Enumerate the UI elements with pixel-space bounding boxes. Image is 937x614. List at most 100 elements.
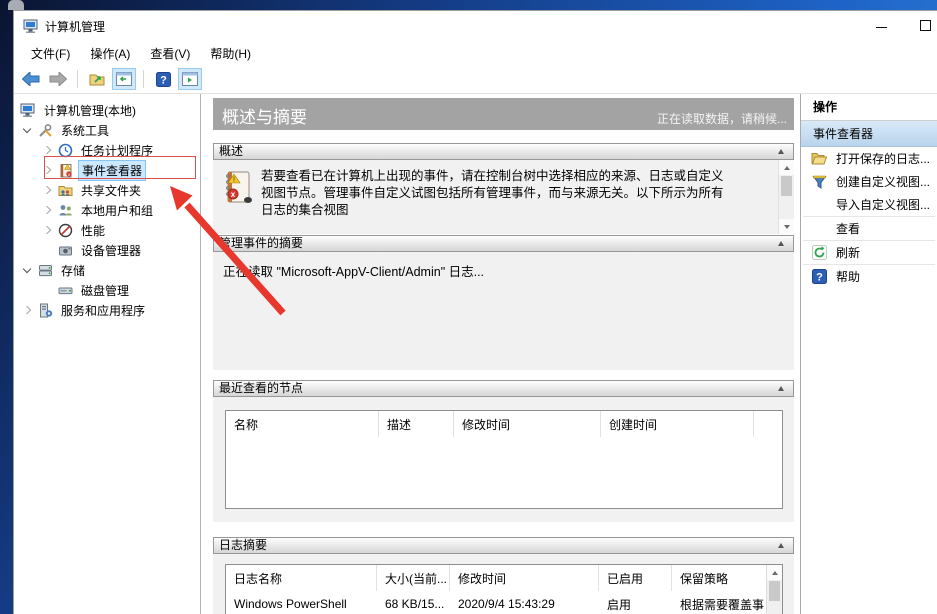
tree-item-local-users-groups[interactable]: 本地用户和组 — [14, 200, 200, 220]
toggle-console-tree-button[interactable] — [112, 68, 136, 90]
tree-item-event-viewer[interactable]: x 事件查看器 — [14, 160, 200, 180]
menu-action[interactable]: 操作(A) — [80, 42, 140, 65]
tree-item-label: 计算机管理(本地) — [41, 101, 139, 120]
tree-item-task-scheduler[interactable]: 任务计划程序 — [14, 140, 200, 160]
chevron-right-icon[interactable] — [43, 206, 51, 214]
action-help[interactable]: ? 帮助 — [801, 265, 937, 288]
overview-section-body: ! x 若要查看已在计算机上出现的事件，请在控制台树中选择相应的来源、日志或自定… — [213, 160, 794, 234]
menu-view[interactable]: 查看(V) — [140, 42, 200, 65]
tree-item-disk-management[interactable]: 磁盘管理 — [14, 280, 200, 300]
column-header[interactable]: 日志名称 — [226, 565, 377, 591]
scroll-thumb[interactable] — [781, 176, 792, 196]
log-enabled-cell: 启用 — [599, 591, 672, 614]
loading-status: 正在读取数据，请稍候... — [657, 110, 787, 127]
action-label: 创建自定义视图... — [836, 173, 930, 190]
action-label: 查看 — [836, 220, 860, 237]
menu-help[interactable]: 帮助(H) — [200, 42, 261, 65]
table-header-row: 日志名称 大小(当前... 修改时间 已启用 保留策略 — [226, 565, 782, 591]
event-viewer-icon: x — [57, 162, 73, 178]
scroll-up-button[interactable] — [779, 160, 794, 175]
tree-item-shared-folders[interactable]: 共享文件夹 — [14, 180, 200, 200]
tree-item-storage[interactable]: 存储 — [14, 260, 200, 280]
tree-item-services-applications[interactable]: 服务和应用程序 — [14, 300, 200, 320]
chevron-right-icon[interactable] — [43, 146, 51, 154]
column-header[interactable]: 大小(当前... — [377, 565, 450, 591]
help-icon: ? — [811, 269, 827, 285]
overview-description: 若要查看已在计算机上出现的事件，请在控制台树中选择相应的来源、日志或自定义视图节… — [261, 160, 735, 234]
svg-text:x: x — [231, 190, 236, 199]
background-window-edge — [8, 0, 24, 10]
maximize-button[interactable] — [920, 20, 931, 31]
chevron-right-icon[interactable] — [43, 226, 51, 234]
event-viewer-large-icon: ! x — [213, 160, 261, 234]
collapse-button[interactable] — [774, 236, 788, 251]
action-refresh[interactable]: 刷新 — [801, 241, 937, 264]
column-header[interactable]: 保留策略 — [672, 565, 767, 591]
action-open-saved-log[interactable]: 打开保存的日志... — [801, 147, 937, 170]
tree-item-label-selected: 事件查看器 — [78, 160, 146, 181]
toolbar-separator — [77, 70, 78, 88]
forward-button[interactable] — [46, 68, 70, 90]
tree-item-label: 存储 — [58, 261, 88, 280]
action-pane-icon — [182, 72, 198, 86]
tree-item-label: 本地用户和组 — [78, 201, 156, 220]
tree-item-device-manager[interactable]: 设备管理器 — [14, 240, 200, 260]
tree-item-label: 磁盘管理 — [78, 281, 132, 300]
chevron-down-icon[interactable] — [23, 124, 31, 132]
chevron-down-icon[interactable] — [23, 264, 31, 272]
local-users-groups-icon — [57, 202, 73, 218]
back-button[interactable] — [19, 68, 43, 90]
summary-panel: 概述与摘要 正在读取数据，请稍候... 概述 — [201, 94, 801, 614]
chevron-right-icon[interactable] — [23, 306, 31, 314]
toggle-action-pane-button[interactable] — [178, 68, 202, 90]
log-table-scrollbar[interactable] — [766, 565, 782, 614]
tree-item-system-tools[interactable]: 系统工具 — [14, 120, 200, 140]
scroll-down-button[interactable] — [779, 219, 794, 234]
tree-item-label: 任务计划程序 — [78, 141, 156, 160]
help-button[interactable]: ? — [151, 68, 175, 90]
column-header[interactable]: 修改时间 — [450, 565, 599, 591]
refresh-icon — [811, 245, 827, 261]
action-label: 导入自定义视图... — [836, 196, 930, 213]
column-header[interactable]: 创建时间 — [601, 411, 754, 437]
table-row[interactable]: Windows PowerShell 68 KB/15... 2020/9/4 … — [226, 591, 782, 614]
action-import-custom-view[interactable]: 导入自定义视图... — [801, 193, 937, 216]
tree-item-computer-management[interactable]: 计算机管理(本地) — [14, 100, 200, 120]
toolbar-separator — [143, 70, 144, 88]
scroll-up-button[interactable] — [767, 565, 782, 580]
action-create-custom-view[interactable]: 创建自定义视图... — [801, 170, 937, 193]
open-folder-icon — [811, 151, 827, 167]
menu-file[interactable]: 文件(F) — [21, 42, 80, 65]
collapse-button[interactable] — [774, 144, 788, 159]
summary-header: 概述与摘要 正在读取数据，请稍候... — [213, 98, 794, 130]
section-title: 最近查看的节点 — [219, 381, 303, 396]
collapse-button[interactable] — [774, 538, 788, 553]
recent-nodes-table: 名称 描述 修改时间 创建时间 — [225, 410, 783, 509]
filter-funnel-icon — [811, 174, 827, 190]
chevron-placeholder — [43, 286, 51, 294]
title-bar: 计算机管理 — [14, 11, 937, 41]
chevron-right-icon[interactable] — [43, 166, 51, 174]
column-header[interactable]: 已启用 — [599, 565, 672, 591]
action-view[interactable]: 查看 — [801, 217, 937, 240]
tree-item-label: 共享文件夹 — [78, 181, 144, 200]
log-retention-cell: 根据需要覆盖事 — [672, 591, 767, 614]
column-header[interactable]: 描述 — [379, 411, 454, 437]
tree-item-label: 设备管理器 — [78, 241, 144, 260]
log-summary-section-header: 日志摘要 — [213, 537, 794, 554]
column-header[interactable]: 修改时间 — [454, 411, 601, 437]
storage-icon — [37, 262, 53, 278]
tree-item-performance[interactable]: 性能 — [14, 220, 200, 240]
column-header[interactable]: 名称 — [226, 411, 379, 437]
minimize-button[interactable] — [876, 27, 887, 28]
section-title: 概述 — [219, 144, 243, 159]
chevron-right-icon[interactable] — [43, 186, 51, 194]
overview-scrollbar[interactable] — [778, 160, 794, 234]
performance-icon — [57, 222, 73, 238]
log-summary-table: 日志名称 大小(当前... 修改时间 已启用 保留策略 Windows Powe… — [225, 564, 783, 614]
icon-placeholder — [811, 197, 827, 213]
scroll-thumb[interactable] — [769, 581, 780, 601]
actions-context-header[interactable]: 事件查看器 — [801, 121, 937, 147]
export-folder-button[interactable] — [85, 68, 109, 90]
collapse-button[interactable] — [774, 381, 788, 396]
